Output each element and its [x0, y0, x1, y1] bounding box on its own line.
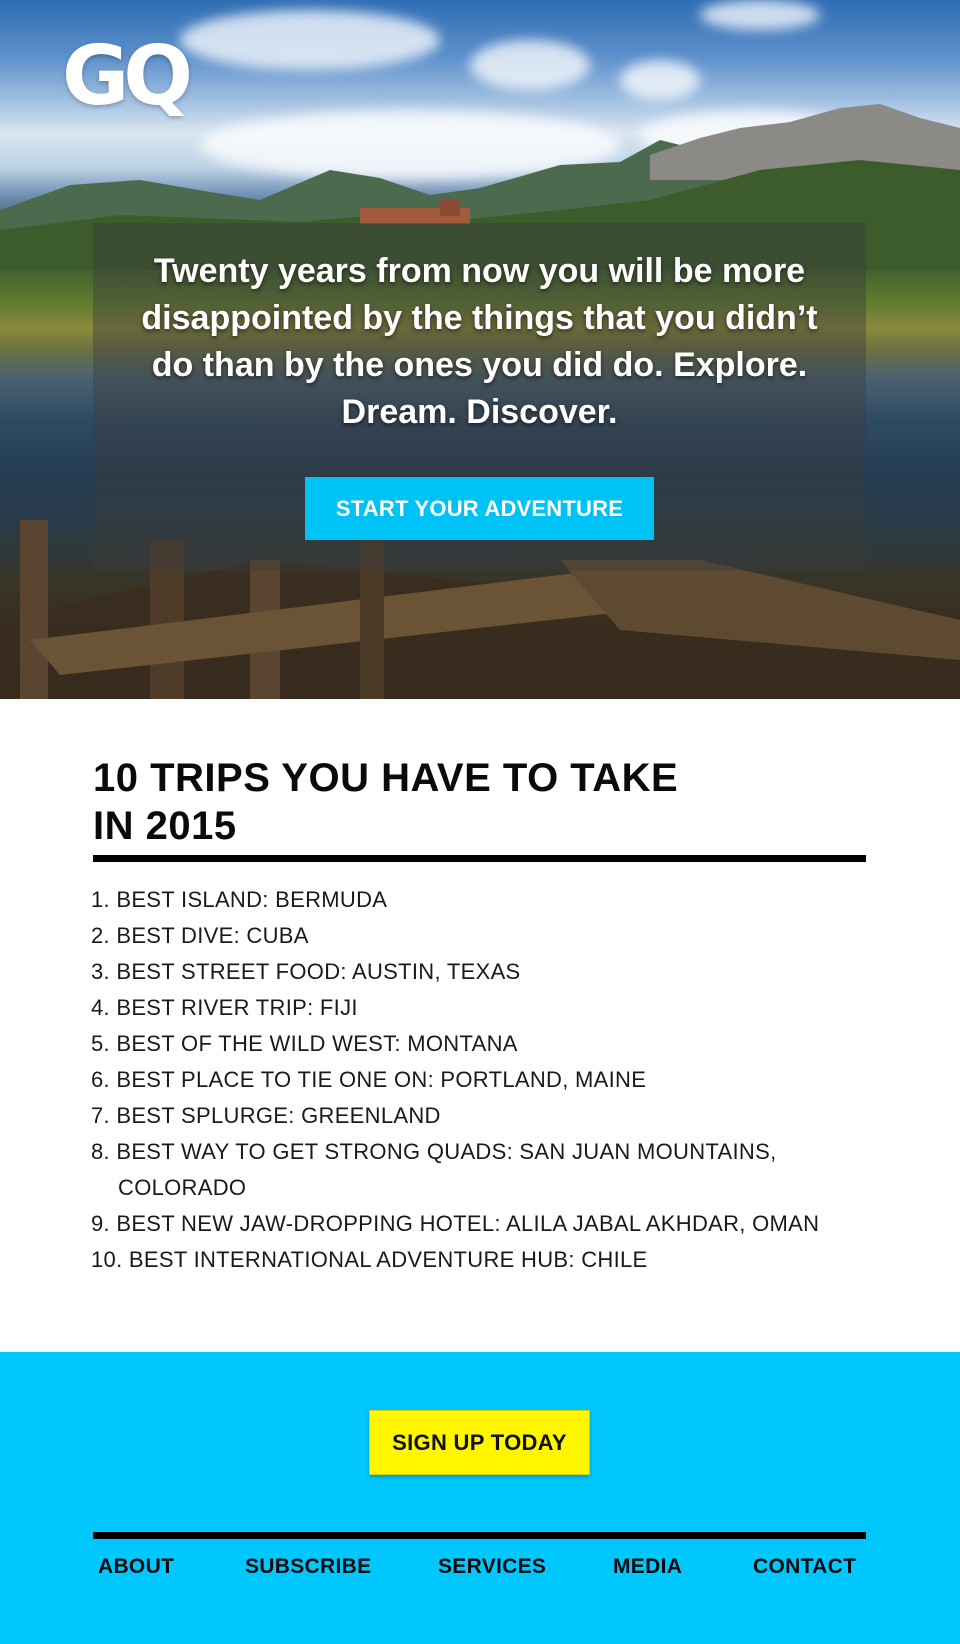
cloud-decoration: [700, 0, 820, 30]
list-item: 7. BEST SPLURGE: GREENLAND: [91, 1098, 891, 1134]
list-item-text: 5. BEST OF THE WILD WEST: MONTANA: [91, 1031, 518, 1056]
list-item: 10. BEST INTERNATIONAL ADVENTURE HUB: CH…: [91, 1242, 891, 1278]
hero-quote: Twenty years from now you will be more d…: [141, 252, 818, 431]
footer-link-media[interactable]: MEDIA: [613, 1555, 682, 1579]
list-item-continuation: COLORADO: [118, 1175, 247, 1200]
list-item-text: 1. BEST ISLAND: BERMUDA: [91, 887, 388, 912]
footer-divider: [93, 1532, 866, 1539]
list-item: 5. BEST OF THE WILD WEST: MONTANA: [91, 1026, 891, 1062]
trips-heading: 10 TRIPS YOU HAVE TO TAKE IN 2015: [93, 756, 679, 848]
list-item-text: 7. BEST SPLURGE: GREENLAND: [91, 1103, 441, 1128]
cloud-decoration: [620, 60, 700, 100]
list-item: 8. BEST WAY TO GET STRONG QUADS: SAN JUA…: [91, 1134, 891, 1206]
list-item: 2. BEST DIVE: CUBA: [91, 918, 891, 954]
hero-banner: GQ Twenty years from now you will be mor…: [0, 0, 960, 699]
trips-divider: [93, 855, 866, 862]
list-item-text: 4. BEST RIVER TRIP: FIJI: [91, 995, 358, 1020]
footer-link-services[interactable]: SERVICES: [438, 1555, 546, 1579]
footer: SIGN UP TODAY ABOUT SUBSCRIBE SERVICES M…: [0, 1352, 960, 1644]
list-item-text: 8. BEST WAY TO GET STRONG QUADS: SAN JUA…: [91, 1139, 777, 1164]
trips-list: 1. BEST ISLAND: BERMUDA 2. BEST DIVE: CU…: [91, 882, 891, 1278]
list-item-text: 2. BEST DIVE: CUBA: [91, 923, 309, 948]
list-item: 6. BEST PLACE TO TIE ONE ON: PORTLAND, M…: [91, 1062, 891, 1098]
list-item-text: 6. BEST PLACE TO TIE ONE ON: PORTLAND, M…: [91, 1067, 647, 1092]
list-item: 3. BEST STREET FOOD: AUSTIN, TEXAS: [91, 954, 891, 990]
footer-nav: ABOUT SUBSCRIBE SERVICES MEDIA CONTACT: [93, 1555, 866, 1585]
footer-link-contact[interactable]: CONTACT: [753, 1555, 856, 1579]
list-item-text: 3. BEST STREET FOOD: AUSTIN, TEXAS: [91, 959, 521, 984]
list-item-text: 9. BEST NEW JAW-DROPPING HOTEL: ALILA JA…: [91, 1211, 820, 1236]
footer-link-about[interactable]: ABOUT: [98, 1555, 174, 1579]
cloud-decoration: [180, 10, 440, 70]
list-item: 9. BEST NEW JAW-DROPPING HOTEL: ALILA JA…: [91, 1206, 891, 1242]
footer-link-subscribe[interactable]: SUBSCRIBE: [245, 1555, 371, 1579]
list-item: 1. BEST ISLAND: BERMUDA: [91, 882, 891, 918]
cloud-decoration: [470, 40, 590, 90]
list-item: 4. BEST RIVER TRIP: FIJI: [91, 990, 891, 1026]
start-adventure-button[interactable]: START YOUR ADVENTURE: [305, 477, 654, 540]
gq-logo[interactable]: GQ: [62, 36, 193, 118]
list-item-text: 10. BEST INTERNATIONAL ADVENTURE HUB: CH…: [91, 1247, 648, 1272]
sign-up-button[interactable]: SIGN UP TODAY: [369, 1410, 590, 1475]
